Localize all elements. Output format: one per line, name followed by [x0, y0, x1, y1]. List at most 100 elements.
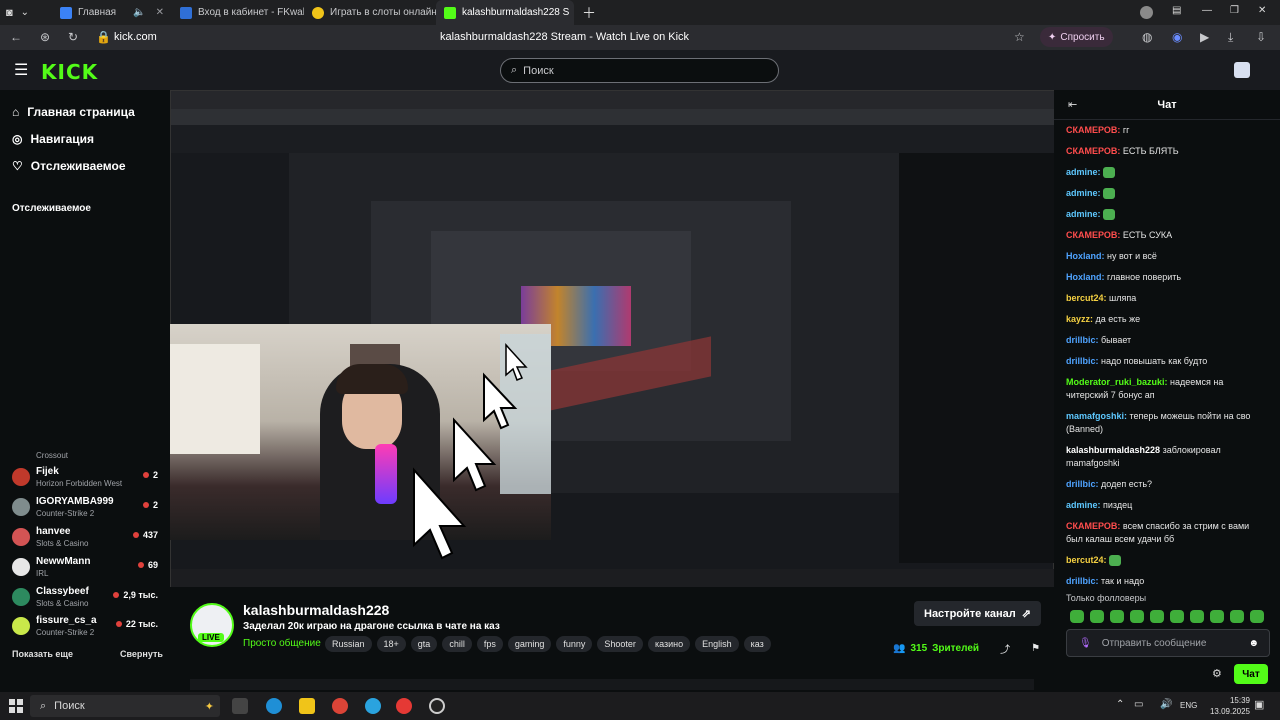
volume-icon[interactable]: 🔊	[1160, 699, 1172, 710]
chat-username[interactable]: drillbic:	[1066, 576, 1099, 586]
chat-username[interactable]: Moderator_ruki_bazuki:	[1066, 377, 1168, 387]
edge-icon[interactable]	[266, 698, 282, 714]
following-item[interactable]: fissure_cs_a Counter-Strike 2 22 тыс.	[12, 613, 162, 641]
close-window-icon[interactable]: ✕	[1258, 5, 1266, 16]
emote-icon[interactable]	[1190, 610, 1204, 623]
new-tab-icon[interactable]: ＋	[582, 3, 596, 23]
chat-send-button[interactable]: Чат	[1234, 664, 1268, 684]
tag[interactable]: 18+	[376, 636, 406, 652]
chat-username[interactable]: СКАМЕРОВ:	[1066, 125, 1120, 135]
ask-button[interactable]: ✦ Спросить	[1040, 27, 1113, 47]
telegram-icon[interactable]	[365, 698, 381, 714]
notification-icon[interactable]: ▣	[1254, 698, 1264, 711]
following-item[interactable]: hanvee Slots & Casino 437	[12, 524, 162, 552]
tag[interactable]: English	[695, 636, 739, 652]
emote-icon[interactable]	[1170, 610, 1184, 623]
emote-icon[interactable]	[1210, 610, 1224, 623]
video-player[interactable]	[170, 90, 1054, 587]
downloads-icon[interactable]: ⤓	[1228, 30, 1233, 45]
chat-username[interactable]: drillbic:	[1066, 335, 1099, 345]
chat-username[interactable]: mamafgoshki:	[1066, 411, 1127, 421]
chat-input[interactable]: 🎙 Отправить сообщение ☻	[1066, 629, 1270, 657]
emote-icon[interactable]	[1230, 610, 1244, 623]
tag[interactable]: chill	[442, 636, 472, 652]
share-icon[interactable]: ⤴	[1000, 641, 1010, 656]
chat-username[interactable]: bercut24:	[1066, 293, 1107, 303]
chat-username[interactable]: bercut24:	[1066, 555, 1107, 565]
language-indicator[interactable]: ENG	[1180, 701, 1197, 710]
following-item[interactable]: Fijek Horizon Forbidden West 2	[12, 464, 162, 492]
tag[interactable]: gaming	[507, 636, 552, 652]
show-more-button[interactable]: Показать еще	[12, 649, 73, 659]
network-icon[interactable]: ▭	[1134, 699, 1143, 710]
tag[interactable]: funny	[556, 636, 593, 652]
emote-icon[interactable]	[1070, 610, 1084, 623]
emote-icon[interactable]	[1130, 610, 1144, 623]
streamer-name[interactable]: kalashburmaldash228	[243, 602, 389, 618]
emoji-icon[interactable]: ☻	[1248, 638, 1259, 649]
taskbar-search[interactable]: ⌕ Поиск ✦	[30, 695, 220, 717]
tag[interactable]: казино	[647, 636, 691, 652]
user-avatar[interactable]	[1234, 62, 1250, 78]
menu-icon[interactable]: ☰	[14, 60, 28, 80]
kick-logo[interactable]: KICK	[41, 60, 98, 84]
emote-icon[interactable]	[1110, 610, 1124, 623]
tag[interactable]: Shooter	[597, 636, 643, 652]
chat-username[interactable]: drillbic:	[1066, 356, 1099, 366]
following-item[interactable]: Classybeef Slots & Casino 2,9 тыс.	[12, 584, 162, 612]
collapse-button[interactable]: Свернуть	[120, 649, 163, 659]
browser-menu-icon[interactable]: ◙	[6, 7, 13, 19]
chat-username[interactable]: СКАМЕРОВ:	[1066, 146, 1120, 156]
tag[interactable]: каз	[743, 636, 771, 652]
task-view-icon[interactable]	[232, 698, 248, 714]
sidebar-item-navigation[interactable]: ◎ Навигация	[12, 132, 94, 146]
tab-fkwallet[interactable]: Вход в кабинет - FKwallet ✕	[172, 0, 304, 25]
chat-username[interactable]: СКАМЕРОВ:	[1066, 521, 1120, 531]
chat-username[interactable]: Hoxland:	[1066, 251, 1105, 261]
tray-chevron-icon[interactable]: ⌃	[1116, 699, 1124, 710]
bookmark-icon[interactable]: ▤	[1172, 5, 1181, 16]
tab-slots[interactable]: Играть в слоты онлайн в ✕	[304, 0, 436, 25]
media-icon[interactable]: ▶	[1200, 30, 1209, 44]
stream-category[interactable]: Просто общение	[243, 638, 321, 649]
vpn-icon[interactable]: ◉	[1172, 30, 1182, 44]
chat-username[interactable]: drillbic:	[1066, 479, 1099, 489]
download-arrow-icon[interactable]: ⇩	[1256, 30, 1266, 44]
following-item[interactable]: NewwMann IRL 69	[12, 554, 162, 582]
chevron-down-icon[interactable]: ⌄	[21, 7, 29, 19]
shield-icon[interactable]: ⊛	[40, 30, 50, 44]
restore-icon[interactable]: ❐	[1230, 5, 1239, 16]
tag[interactable]: fps	[476, 636, 503, 652]
follow-user-icon[interactable]: ⚑	[1031, 643, 1040, 654]
chat-username[interactable]: СКАМЕРОВ:	[1066, 230, 1120, 240]
taskbar-clock[interactable]: 15:39 13.09.2025	[1210, 695, 1250, 717]
sidebar-item-following[interactable]: ♡ Отслеживаемое	[12, 159, 126, 173]
windows-start-icon[interactable]	[9, 699, 23, 713]
file-explorer-icon[interactable]	[299, 698, 315, 714]
search-input[interactable]: ⌕ Поиск	[500, 58, 779, 83]
bookmark-star-icon[interactable]: ☆	[1014, 30, 1025, 44]
minimize-icon[interactable]: —	[1202, 5, 1212, 16]
profile-icon[interactable]	[1140, 6, 1153, 19]
chat-username[interactable]: Hoxland:	[1066, 272, 1105, 282]
sidebar-item-home[interactable]: ⌂ Главная страница	[12, 105, 135, 119]
yandex-browser-icon[interactable]	[396, 698, 412, 714]
tag[interactable]: Russian	[325, 636, 372, 652]
emote-icon[interactable]	[1250, 610, 1264, 623]
chat-username[interactable]: admine:	[1066, 209, 1101, 219]
reload-icon[interactable]: ↻	[68, 30, 78, 44]
mute-icon[interactable]: 🔈	[133, 7, 145, 18]
chat-username[interactable]: kayzz:	[1066, 314, 1093, 324]
tab-kick-stream[interactable]: kalashburmaldash228 S ✕	[436, 0, 574, 25]
chat-username[interactable]: admine:	[1066, 500, 1101, 510]
close-icon[interactable]: ✕	[156, 7, 164, 18]
emote-icon[interactable]	[1150, 610, 1164, 623]
chat-username[interactable]: admine:	[1066, 188, 1101, 198]
chat-username[interactable]: admine:	[1066, 167, 1101, 177]
tag[interactable]: gta	[410, 636, 438, 652]
chrome-icon[interactable]	[332, 698, 348, 714]
setup-channel-button[interactable]: Настройте канал ⇗	[914, 601, 1041, 626]
url-text[interactable]: kick.com	[114, 31, 157, 43]
obs-icon[interactable]	[429, 698, 445, 714]
extensions-icon[interactable]: ◍	[1142, 30, 1152, 44]
